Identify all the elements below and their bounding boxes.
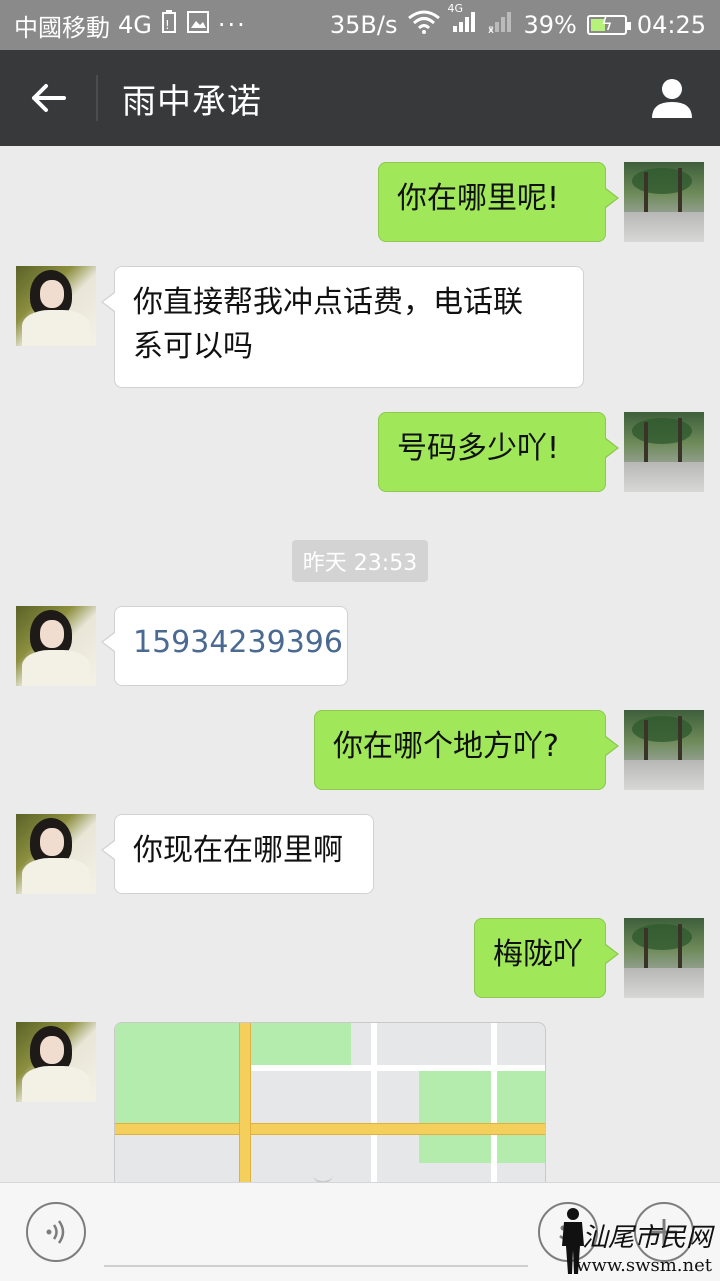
chat-timestamp: 昨天 23:53 [292,540,428,582]
map-main-road [115,1123,545,1135]
phone-number-link[interactable]: 15934239396 [133,625,343,660]
message-text: 号码多少吖! [397,431,560,466]
message-text: 你现在在哪里啊 [133,833,343,868]
header-divider [96,75,98,121]
watermark-url: www.swsm.net [576,1255,712,1276]
battery-percent: 39% [523,11,577,39]
message-text: 你在哪个地方吖? [333,729,559,764]
contact-avatar[interactable] [16,266,96,346]
back-button[interactable] [0,50,96,146]
message-text-line: 系可以吗 [133,329,253,364]
message-bubble-self[interactable]: 梅陇吖 [474,918,619,998]
message-bubble-other[interactable]: 15934239396 [101,606,348,686]
message-input[interactable] [104,1201,528,1267]
cell-signal-icon: 4G [447,2,477,40]
watermark-title: 汕尾市民网 [581,1223,712,1253]
map-park-area [249,1023,351,1065]
contact-avatar[interactable] [16,814,96,894]
map-pin-icon [313,1167,333,1183]
wifi-icon [407,10,441,40]
map-main-road [239,1023,251,1193]
battery-alert-icon: ! [160,10,178,40]
contact-avatar[interactable] [16,1022,96,1102]
my-avatar[interactable] [624,412,704,492]
clock: 04:25 [636,11,706,39]
image-icon [186,10,210,40]
chat-title: 雨中承诺 [122,81,262,122]
signal-4g-label: 4G [447,2,464,15]
contact-profile-button[interactable] [624,50,720,146]
my-avatar[interactable] [624,710,704,790]
svg-text:x: x [488,25,494,34]
message-text-line: 你直接帮我冲点话费，电话联 [133,285,523,320]
more-notifications-icon: ··· [217,11,247,39]
message-text: 梅陇吖 [493,937,583,972]
contact-avatar[interactable] [16,606,96,686]
map-park-area [419,1071,545,1163]
voice-icon [46,1220,65,1244]
map-street [371,1023,377,1193]
my-avatar[interactable] [624,162,704,242]
message-text: 你在哪里呢! [397,181,560,216]
my-avatar[interactable] [624,918,704,998]
battery-icon: ϟ [586,14,631,35]
network-speed: 35B/s [329,11,398,39]
network-type: 4G [118,11,152,39]
carrier-label: 中國移動 [14,13,110,42]
person-icon [652,79,692,118]
map-street [249,1065,545,1071]
message-bubble-self[interactable]: 号码多少吖! [378,412,619,492]
message-bubble-other[interactable]: 你直接帮我冲点话费，电话联 系可以吗 [101,266,584,388]
message-bubble-self[interactable]: 你在哪个地方吖? [314,710,619,790]
site-watermark: 汕尾市民网 www.swsm.net [556,1206,720,1280]
status-bar: 中國移動 4G ! ··· 35B/s 4G x 39% ϟ 04:25 [0,0,720,50]
message-bubble-other[interactable]: 你现在在哪里啊 [101,814,374,894]
location-map-message[interactable] [114,1022,546,1194]
map-street [491,1023,497,1193]
message-bubble-self[interactable]: 你在哪里呢! [378,162,619,242]
voice-button[interactable] [26,1202,86,1262]
arrow-left-icon [32,84,66,112]
chat-header: 雨中承诺 [0,50,720,146]
map-park-area [115,1023,239,1123]
cell-signal-empty-icon: x [487,10,513,40]
svg-text:!: ! [165,18,170,32]
